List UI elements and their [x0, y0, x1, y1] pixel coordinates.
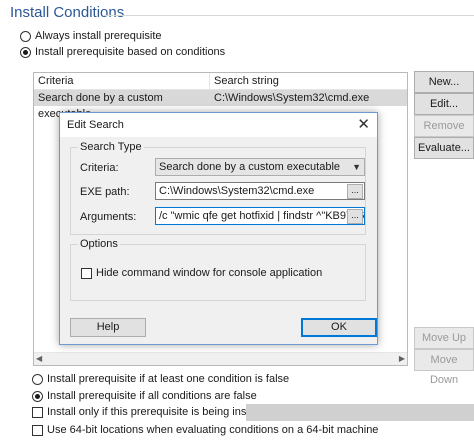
install-only-if-checkbox-box[interactable]	[32, 406, 43, 418]
edit-search-dialog: Edit Search ✕ Search Type Criteria: Sear…	[59, 112, 378, 345]
evaluate-button[interactable]: Evaluate...	[414, 137, 474, 159]
section-divider	[104, 15, 474, 16]
radio-install-based-on-conditions[interactable]: Install prerequisite based on conditions	[20, 46, 225, 58]
exe-path-field[interactable]: C:\Windows\System32\cmd.exe	[155, 182, 365, 200]
table-row[interactable]: Search done by a custom executable C:\Wi…	[34, 90, 407, 120]
radio-install-based-on-conditions-label: Install prerequisite based on conditions	[35, 46, 226, 58]
install-only-if-checkbox[interactable]: Install only if this prerequisite is bei…	[32, 406, 276, 418]
ok-button[interactable]: OK	[301, 318, 377, 337]
use-64bit-label: Use 64-bit locations when evaluating con…	[47, 424, 379, 436]
cell-criteria: Search done by a custom executable	[38, 92, 163, 120]
install-only-if-label: Install only if this prerequisite is bei…	[47, 406, 276, 418]
radio-at-least-one-false-indicator[interactable]	[32, 373, 43, 385]
column-header-criteria[interactable]: Criteria	[34, 73, 210, 89]
exe-path-browse-button[interactable]: ...	[347, 184, 363, 199]
arguments-browse-button[interactable]: ...	[347, 209, 363, 224]
radio-all-false[interactable]: Install prerequisite if all conditions a…	[32, 390, 257, 402]
arguments-field[interactable]: /c "wmic qfe get hotfixid | findstr ^"KB…	[155, 207, 365, 225]
column-header-search-string[interactable]: Search string	[210, 73, 279, 89]
hide-window-checkbox-box[interactable]	[81, 267, 92, 279]
horizontal-scrollbar[interactable]: ◀ ▶	[34, 352, 407, 365]
cell-search-string: C:\Windows\System32\cmd.exe	[214, 92, 370, 104]
radio-all-false-label: Install prerequisite if all conditions a…	[47, 390, 257, 402]
arguments-value: /c "wmic qfe get hotfixid | findstr ^"KB…	[159, 210, 364, 222]
use-64bit-checkbox[interactable]: Use 64-bit locations when evaluating con…	[32, 424, 378, 436]
prerequisite-selector[interactable]	[246, 404, 474, 421]
remove-button[interactable]: Remove	[414, 115, 474, 137]
criteria-field-label: Criteria:	[80, 162, 119, 174]
radio-always-install[interactable]: Always install prerequisite	[20, 30, 162, 42]
dialog-title: Edit Search	[67, 119, 124, 131]
dialog-titlebar[interactable]: Edit Search ✕	[60, 113, 377, 137]
scroll-left-icon[interactable]: ◀	[36, 354, 42, 363]
radio-at-least-one-false[interactable]: Install prerequisite if at least one con…	[32, 373, 289, 385]
criteria-dropdown[interactable]: Search done by a custom executable ▼	[155, 158, 365, 176]
move-down-button[interactable]: Move Down	[414, 349, 474, 386]
criteria-dropdown-value: Search done by a custom executable	[159, 161, 341, 173]
search-type-group-label: Search Type	[78, 141, 144, 153]
scroll-right-icon[interactable]: ▶	[399, 354, 405, 363]
radio-always-install-indicator[interactable]	[20, 30, 31, 42]
criteria-list-header: Criteria Search string	[34, 73, 407, 90]
radio-always-install-label: Always install prerequisite	[35, 30, 162, 42]
new-button[interactable]: New...	[414, 71, 474, 93]
options-group-label: Options	[78, 238, 120, 250]
chevron-down-icon: ▼	[352, 162, 361, 172]
move-up-button[interactable]: Move Up	[414, 327, 474, 349]
exe-path-label: EXE path:	[80, 186, 130, 198]
search-type-group: Search Type Criteria: Search done by a c…	[70, 141, 366, 235]
radio-install-based-on-conditions-indicator[interactable]	[20, 46, 31, 58]
close-icon[interactable]: ✕	[357, 115, 370, 133]
help-button[interactable]: Help	[70, 318, 146, 337]
section-title: Install Conditions	[10, 4, 125, 21]
exe-path-value: C:\Windows\System32\cmd.exe	[159, 185, 315, 197]
arguments-label: Arguments:	[80, 211, 137, 223]
radio-all-false-indicator[interactable]	[32, 390, 43, 402]
hide-window-checkbox[interactable]: Hide command window for console applicat…	[81, 267, 322, 279]
radio-at-least-one-false-label: Install prerequisite if at least one con…	[47, 373, 290, 385]
hide-window-label: Hide command window for console applicat…	[96, 267, 323, 279]
options-group: Options Hide command window for console …	[70, 238, 366, 301]
edit-button[interactable]: Edit...	[414, 93, 474, 115]
use-64bit-checkbox-box[interactable]	[32, 424, 43, 436]
